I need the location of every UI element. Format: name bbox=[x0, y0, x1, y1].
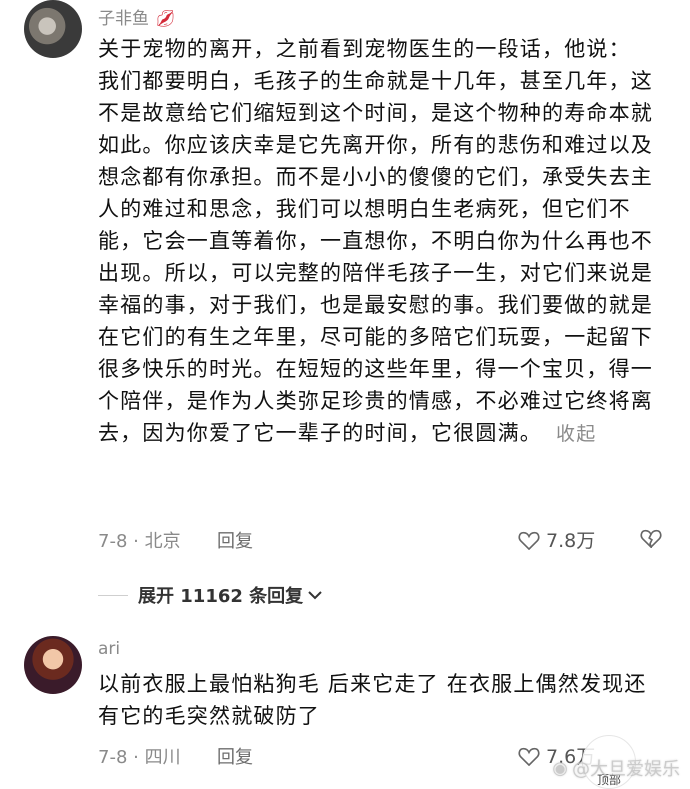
date-location: 7-8 · 北京 bbox=[98, 531, 181, 552]
avatar[interactable] bbox=[24, 636, 82, 694]
watermark-text: @大旦爱娱乐 bbox=[572, 759, 680, 780]
date-location: 7-8 · 四川 bbox=[98, 747, 181, 768]
heart-icon bbox=[518, 531, 540, 550]
heart-icon bbox=[518, 747, 540, 766]
username[interactable]: 子非鱼 💋︎ bbox=[98, 4, 175, 29]
avatar[interactable] bbox=[24, 0, 82, 58]
chevron-down-icon bbox=[308, 591, 322, 600]
broken-heart-icon[interactable] bbox=[640, 528, 662, 548]
watermark: ◉ @大旦爱娱乐 bbox=[552, 755, 680, 781]
divider bbox=[98, 594, 128, 596]
comment-body: 我们都要明白，毛孩子的生命就是十几年，甚至几年，这不是故意给它们缩短到这个时间，… bbox=[98, 69, 653, 445]
like-button[interactable]: 7.8万 bbox=[518, 526, 595, 553]
expand-replies-label: 展开 11162 条回复 bbox=[138, 586, 304, 607]
username-text: 子非鱼 bbox=[98, 9, 149, 29]
reply-button[interactable]: 回复 bbox=[217, 743, 253, 769]
weibo-icon: ◉ bbox=[552, 757, 568, 779]
collapse-button[interactable]: 收起 bbox=[556, 423, 596, 445]
reply-button[interactable]: 回复 bbox=[217, 527, 253, 553]
expand-replies-button[interactable]: 展开 11162 条回复 bbox=[138, 582, 323, 608]
comment-text: 以前衣服上最怕粘狗毛 后来它走了 在衣服上偶然发现还有它的毛突然就破防了 bbox=[98, 672, 647, 728]
comment-text: 关于宠物的离开，之前看到宠物医生的一段话，他说： 我们都要明白，毛孩子的生命就是… bbox=[98, 33, 658, 450]
lips-icon: 💋︎ bbox=[155, 9, 176, 28]
like-count: 7.8万 bbox=[546, 530, 596, 552]
comment-intro: 关于宠物的离开，之前看到宠物医生的一段话，他说： bbox=[98, 37, 631, 61]
username[interactable]: ari bbox=[98, 639, 120, 659]
expand-replies-row: 展开 11162 条回复 bbox=[98, 582, 323, 608]
